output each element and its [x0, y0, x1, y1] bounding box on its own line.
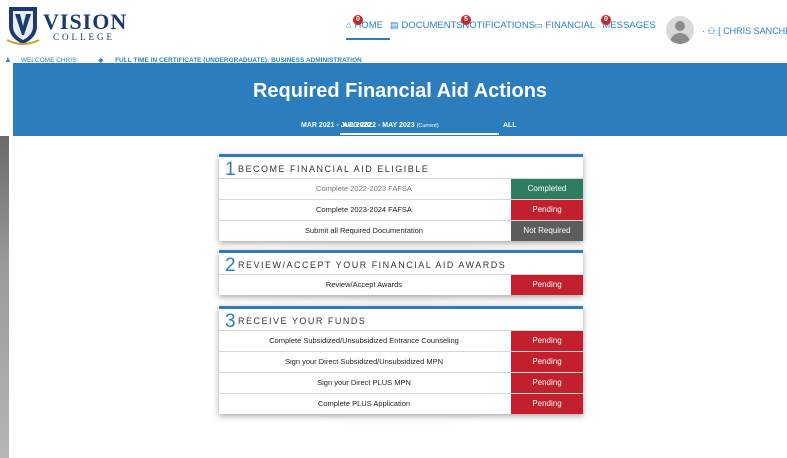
home-icon: ⌂	[346, 20, 352, 30]
nav-messages[interactable]: ◌ 0 MESSAGES	[594, 15, 656, 31]
users-icon: · ⚇	[702, 26, 716, 36]
avatar[interactable]	[666, 16, 694, 44]
page-banner: Required Financial Aid Actions MAR 2021 …	[13, 63, 787, 136]
table-row[interactable]: Complete 2023-2024 FAFSA Pending	[219, 199, 583, 220]
logo-subtext: COLLEGE	[53, 32, 115, 42]
nav-notifications-label: NOTIFICATIONS	[462, 20, 536, 31]
card-icon: ▭	[534, 20, 543, 30]
table-row[interactable]: Complete PLUS Application Pending	[219, 393, 583, 414]
status-badge: Not Required	[511, 221, 583, 241]
messages-badge: 0	[601, 15, 611, 25]
step-panel-2: 2 REVIEW/ACCEPT YOUR FINANCIAL AID AWARD…	[219, 250, 583, 295]
step-header: 1 BECOME FINANCIAL AID ELIGIBLE	[219, 157, 583, 180]
action-label: Complete PLUS Application	[317, 399, 411, 408]
action-label: Complete 2022-2023 FAFSA	[316, 184, 412, 193]
message-icon: ◌	[594, 20, 600, 30]
status-badge: Pending	[511, 373, 583, 393]
status-badge: Pending	[511, 200, 583, 220]
status-badge: Completed	[511, 179, 583, 199]
table-row[interactable]: Sign your Direct Subsidized/Unsubsidized…	[219, 351, 583, 372]
status-badge: Pending	[511, 331, 583, 351]
nav-financial[interactable]: ▭ FINANCIAL	[534, 20, 595, 31]
nav-home[interactable]: ⌂ 0 HOME	[346, 15, 383, 31]
user-name: [ CHRIS SANCHEZ ]	[718, 26, 787, 36]
nav-documents[interactable]: ▤ DOCUMENTS	[390, 20, 463, 31]
table-row[interactable]: Review/Accept Awards Pending	[219, 274, 583, 295]
table-row[interactable]: Sign your Direct PLUS MPN Pending	[219, 372, 583, 393]
nav-notifications[interactable]: ◌ 5 NOTIFICATIONS	[454, 15, 536, 31]
term-tab-all[interactable]: ALL	[503, 122, 517, 129]
term-tab-2022-current[interactable]: AUG 2022 - MAY 2023 (Current)	[343, 122, 439, 129]
step-header: 2 REVIEW/ACCEPT YOUR FINANCIAL AID AWARD…	[219, 253, 583, 276]
step-panel-1: 1 BECOME FINANCIAL AID ELIGIBLE Complete…	[219, 154, 583, 241]
document-icon: ▤	[390, 20, 399, 30]
bell-icon: ◌	[454, 20, 460, 30]
user-menu[interactable]: · ⚇ [ CHRIS SANCHEZ ] ▼	[702, 26, 787, 37]
action-label: Complete 2023-2024 FAFSA	[316, 205, 412, 214]
status-badge: Pending	[511, 275, 583, 295]
step-title: RECEIVE YOUR FUNDS	[238, 316, 367, 326]
notifications-badge: 5	[461, 15, 471, 25]
status-badge: Pending	[511, 352, 583, 372]
home-badge: 0	[353, 15, 363, 25]
table-row[interactable]: Complete Subsidized/Unsubsidized Entranc…	[219, 330, 583, 351]
table-row[interactable]: Submit all Required Documentation Not Re…	[219, 220, 583, 241]
shield-logo-icon	[6, 7, 40, 45]
action-label: Complete Subsidized/Unsubsidized Entranc…	[269, 336, 459, 345]
action-label: Sign your Direct PLUS MPN	[317, 378, 411, 387]
step-title: BECOME FINANCIAL AID ELIGIBLE	[238, 164, 430, 174]
step-panel-3: 3 RECEIVE YOUR FUNDS Complete Subsidized…	[219, 306, 583, 414]
top-header: VISION COLLEGE ⌂ 0 HOME ▤ DOCUMENTS ◌ 5 NOTIF…	[0, 0, 787, 64]
table-row[interactable]: Complete 2022-2023 FAFSA Completed	[219, 178, 583, 199]
step-title: REVIEW/ACCEPT YOUR FINANCIAL AID AWARDS	[238, 260, 507, 270]
page-title: Required Financial Aid Actions	[252, 80, 548, 102]
action-label: Sign your Direct Subsidized/Unsubsidized…	[285, 357, 443, 366]
action-label: Submit all Required Documentation	[305, 226, 423, 235]
college-logo[interactable]: VISION COLLEGE	[5, 4, 135, 48]
action-label: Review/Accept Awards	[325, 280, 403, 289]
nav-active-underline	[346, 38, 390, 40]
step-header: 3 RECEIVE YOUR FUNDS	[219, 309, 583, 332]
term-active-underline	[340, 133, 499, 135]
person-icon: ♟	[5, 57, 11, 64]
left-edge-bar	[0, 136, 9, 458]
status-badge: Pending	[511, 394, 583, 414]
nav-financial-label: FINANCIAL	[545, 20, 596, 31]
